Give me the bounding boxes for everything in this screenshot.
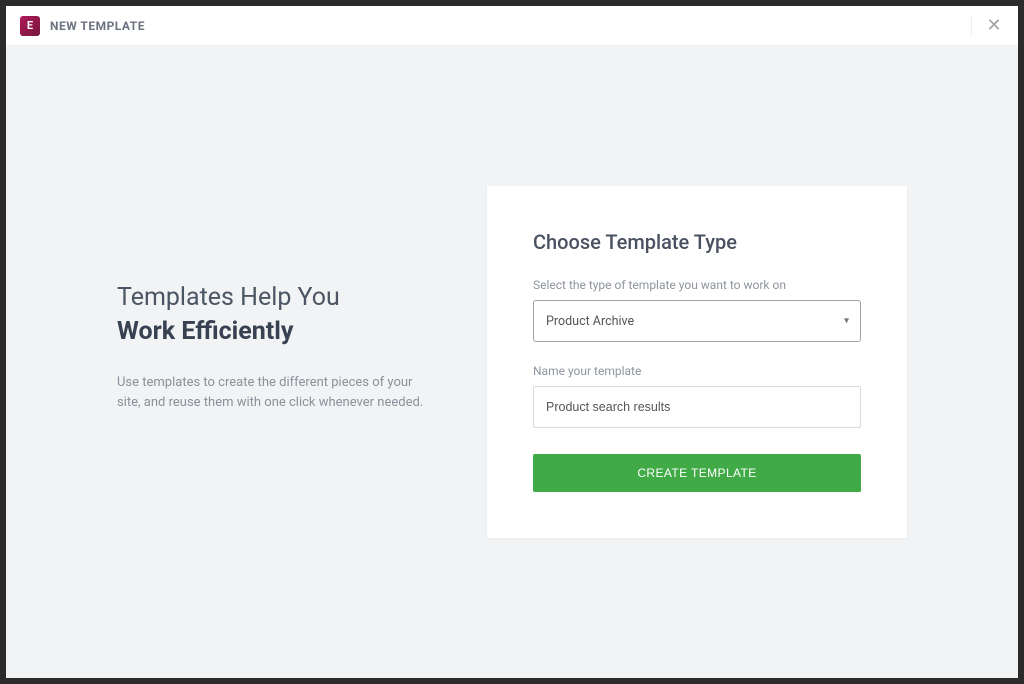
modal-content: Templates Help You Work Efficiently Use … bbox=[6, 46, 1018, 678]
close-icon: ✕ bbox=[986, 15, 1001, 36]
elementor-logo-icon: E bbox=[20, 16, 40, 36]
form-title: Choose Template Type bbox=[533, 230, 861, 254]
template-type-label: Select the type of template you want to … bbox=[533, 278, 861, 292]
intro-description: Use templates to create the different pi… bbox=[117, 373, 427, 415]
new-template-modal: E NEW TEMPLATE ✕ Templates Help You Work… bbox=[6, 6, 1018, 678]
modal-title: NEW TEMPLATE bbox=[50, 19, 145, 33]
template-type-select-wrap: Product Archive ▾ bbox=[533, 300, 861, 342]
intro-title-line1: Templates Help You bbox=[117, 281, 427, 315]
modal-header: E NEW TEMPLATE ✕ bbox=[6, 6, 1018, 46]
template-form-card: Choose Template Type Select the type of … bbox=[487, 186, 907, 538]
intro-column: Templates Help You Work Efficiently Use … bbox=[117, 186, 427, 414]
template-type-select[interactable]: Product Archive bbox=[533, 300, 861, 342]
template-name-label: Name your template bbox=[533, 364, 861, 378]
create-template-button[interactable]: CREATE TEMPLATE bbox=[533, 454, 861, 492]
template-name-input[interactable] bbox=[533, 386, 861, 428]
intro-title-line2: Work Efficiently bbox=[117, 315, 427, 349]
close-button[interactable]: ✕ bbox=[971, 16, 1004, 36]
